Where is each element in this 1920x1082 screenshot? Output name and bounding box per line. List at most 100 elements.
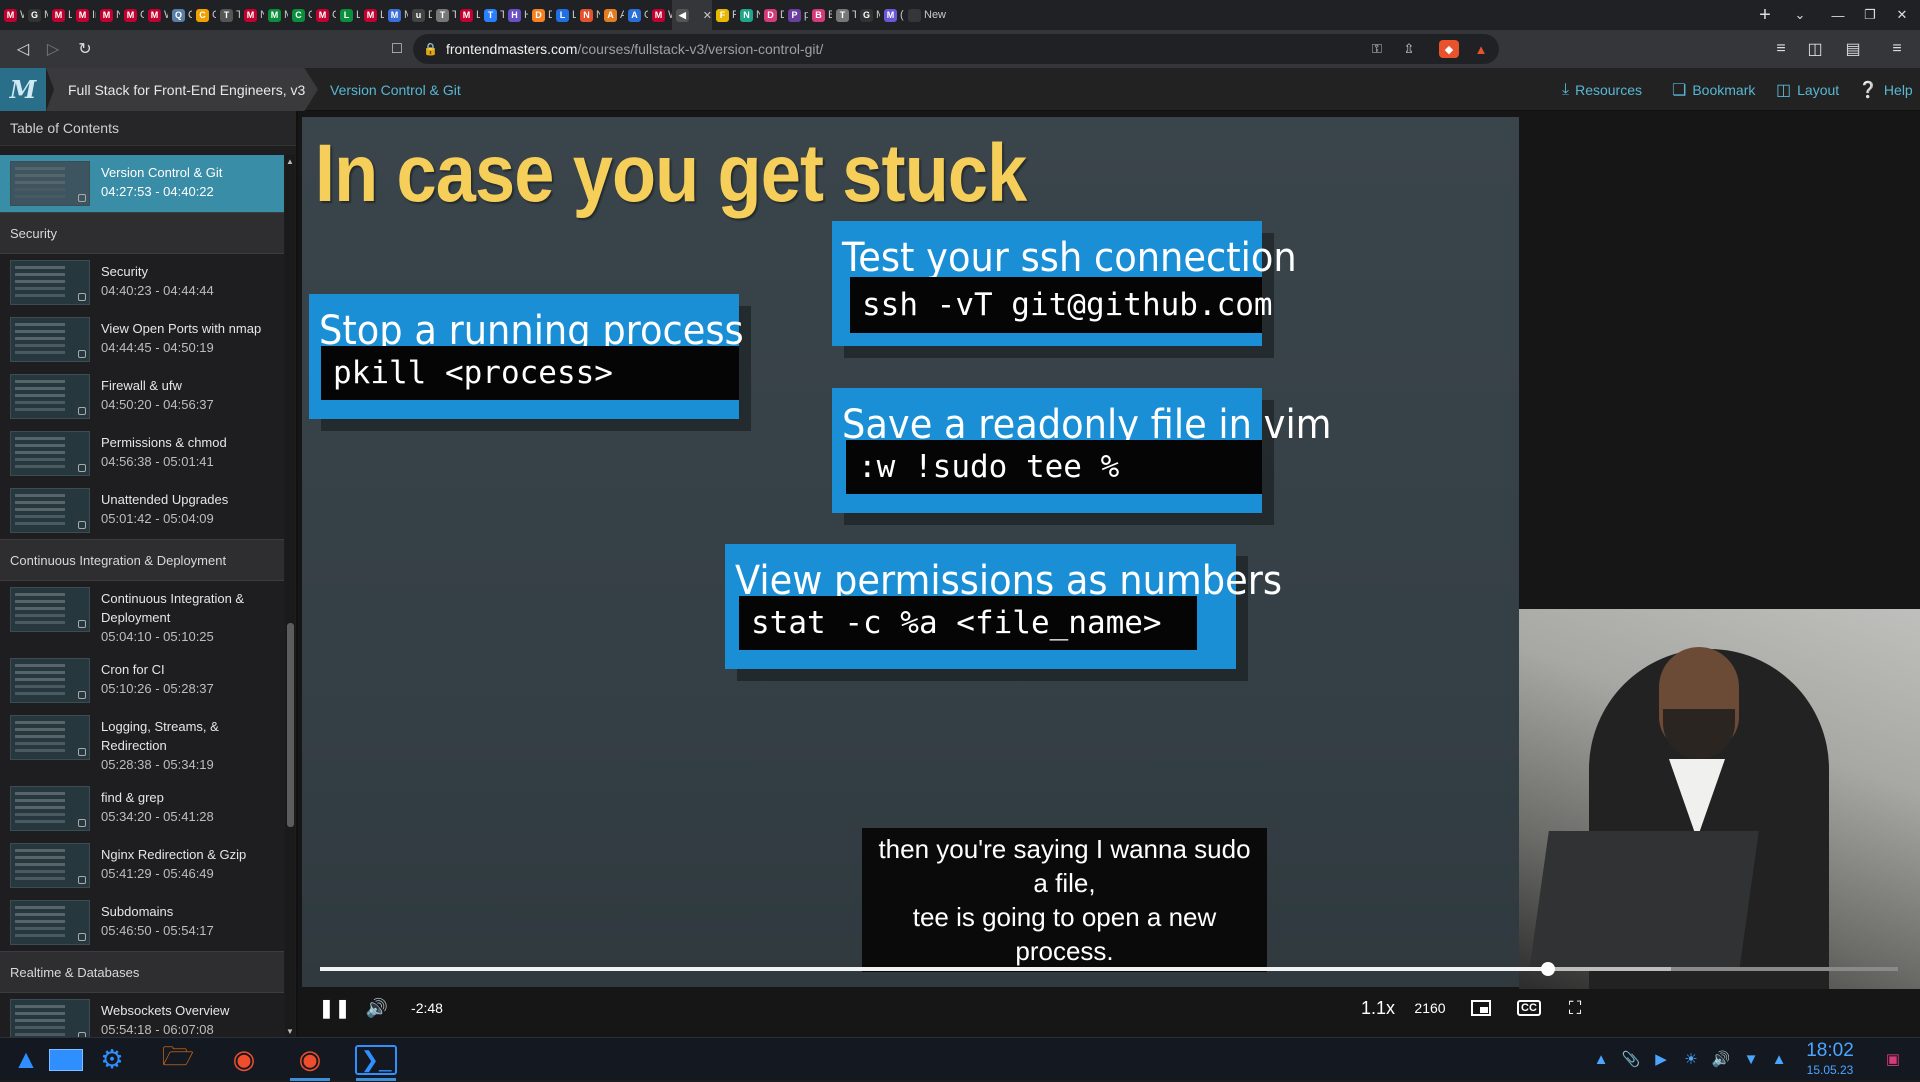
- scroll-up-icon[interactable]: ▲: [285, 155, 295, 167]
- browser-tab[interactable]: MW: [648, 0, 672, 30]
- pause-button[interactable]: ❚❚: [319, 991, 350, 1025]
- lesson-item[interactable]: Websockets Overview 05:54:18 - 06:07:08: [0, 993, 284, 1037]
- lesson-item[interactable]: Unattended Upgrades 05:01:42 - 05:04:09: [0, 482, 284, 539]
- browser-tab[interactable]: MLi: [48, 0, 72, 30]
- browser-tab[interactable]: MN: [96, 0, 120, 30]
- brave-rewards-icon[interactable]: ▲: [1471, 40, 1491, 58]
- browser-tab[interactable]: MN: [240, 0, 264, 30]
- close-tab-icon[interactable]: ✕: [703, 9, 712, 22]
- minimize-window-icon[interactable]: —: [1822, 0, 1854, 30]
- browser-tab[interactable]: LLo: [552, 0, 576, 30]
- browser-tab[interactable]: M(2: [880, 0, 904, 30]
- terminal-icon[interactable]: ❯_: [350, 1038, 402, 1081]
- desktop-pager[interactable]: [40, 1038, 92, 1081]
- lesson-item[interactable]: Security 04:40:23 - 04:44:44: [0, 254, 284, 311]
- browser-tab[interactable]: GM: [24, 0, 48, 30]
- tab-search-chevron-icon[interactable]: ⌄: [1788, 0, 1812, 30]
- browser-tab[interactable]: DDl: [528, 0, 552, 30]
- browser-tab[interactable]: TTh: [216, 0, 240, 30]
- scroll-down-icon[interactable]: ▼: [285, 1025, 295, 1037]
- browser-tab[interactable]: MM: [384, 0, 408, 30]
- browser-tab[interactable]: New T: [904, 0, 948, 30]
- browser-tab[interactable]: Ppl: [784, 0, 808, 30]
- bookmark-button[interactable]: ❏ Bookmark: [1672, 68, 1755, 111]
- browser-tab[interactable]: TTh: [480, 0, 504, 30]
- toc-scrollbar-thumb[interactable]: [287, 623, 294, 827]
- browser-tab[interactable]: MLe: [456, 0, 480, 30]
- volume-button[interactable]: 🔊: [362, 991, 392, 1025]
- browser-tab[interactable]: GM: [856, 0, 880, 30]
- browser-tab[interactable]: BBr: [808, 0, 832, 30]
- breadcrumb-lesson[interactable]: Version Control & Git: [330, 68, 461, 111]
- lesson-item[interactable]: Permissions & chmod 04:56:38 - 05:01:41: [0, 425, 284, 482]
- browser-tab[interactable]: DDr: [760, 0, 784, 30]
- browser-tab[interactable]: MW: [0, 0, 24, 30]
- brave-shields-icon[interactable]: ◆: [1439, 40, 1459, 58]
- browser-tab[interactable]: MGr: [120, 0, 144, 30]
- progress-scrubber[interactable]: [1540, 962, 1555, 976]
- picture-in-picture-button[interactable]: [1466, 991, 1496, 1025]
- lesson-item[interactable]: View Open Ports with nmap 04:44:45 - 04:5…: [0, 311, 284, 368]
- browser-tab[interactable]: QQ: [168, 0, 192, 30]
- frontend-masters-logo[interactable]: M: [0, 68, 46, 111]
- browser-tab[interactable]: NNi: [736, 0, 760, 30]
- browser-tab[interactable]: LLe: [336, 0, 360, 30]
- clipboard-icon[interactable]: ▲: [1590, 1048, 1612, 1070]
- network-icon[interactable]: ▼: [1740, 1048, 1762, 1070]
- toc-section-header[interactable]: Continuous Integration & Deployment: [0, 539, 284, 581]
- brightness-icon[interactable]: ☀: [1680, 1048, 1702, 1070]
- lesson-item[interactable]: find & grep 05:34:20 - 05:41:28: [0, 780, 284, 837]
- browser-tab[interactable]: HH: [504, 0, 528, 30]
- layout-button[interactable]: ◫ Layout: [1776, 68, 1839, 111]
- resources-button[interactable]: ⤓ Resources: [1562, 68, 1642, 111]
- key-icon[interactable]: ⚿: [1367, 40, 1387, 58]
- browser-tab[interactable]: NN: [576, 0, 600, 30]
- file-manager-icon[interactable]: 🗁: [152, 1038, 204, 1081]
- media-playlist-icon[interactable]: ≡: [1766, 30, 1796, 68]
- toc-section-header[interactable]: Security: [0, 212, 284, 254]
- sidebar-toggle-icon[interactable]: ◫: [1800, 30, 1830, 68]
- lesson-item[interactable]: Nginx Redirection & Gzip 05:41:29 - 05:46…: [0, 837, 284, 894]
- playback-speed-button[interactable]: 1.1x: [1354, 991, 1402, 1025]
- lesson-item-current[interactable]: Version Control & Git 04:27:53 - 04:40:2…: [0, 155, 284, 212]
- browser-tab[interactable]: FFu: [712, 0, 736, 30]
- address-bar[interactable]: 🔒 frontendmasters.com/courses/fullstack-…: [413, 34, 1499, 64]
- help-button[interactable]: ❔ Help: [1858, 68, 1913, 111]
- lesson-item[interactable]: Firewall & ufw 04:50:20 - 04:56:37: [0, 368, 284, 425]
- clock[interactable]: 18:02 15.05.23: [1790, 1040, 1870, 1078]
- reload-icon[interactable]: ↻: [70, 30, 100, 68]
- new-tab-button[interactable]: +: [1750, 0, 1780, 30]
- progress-bar[interactable]: [320, 962, 1898, 976]
- wallet-icon[interactable]: ▤: [1838, 30, 1868, 68]
- browser-tab[interactable]: MCc: [312, 0, 336, 30]
- lesson-item[interactable]: Cron for CI 05:10:26 - 05:28:37: [0, 652, 284, 709]
- video-player[interactable]: In case you get stuck Test your ssh conn…: [298, 111, 1920, 1037]
- browser-tab[interactable]: CCl: [192, 0, 216, 30]
- menu-icon[interactable]: ≡: [1882, 30, 1912, 68]
- settings-icon[interactable]: ⚙: [86, 1038, 138, 1081]
- browser-tab[interactable]: AAV: [600, 0, 624, 30]
- toc-scrollbar[interactable]: ▲ ▼: [285, 155, 295, 1037]
- share-icon[interactable]: ⇫: [1399, 40, 1419, 58]
- browser-tab[interactable]: TTo: [432, 0, 456, 30]
- browser-tab[interactable]: MLe: [360, 0, 384, 30]
- browser-tab[interactable]: AO: [624, 0, 648, 30]
- tray-expand-icon[interactable]: ▲: [1768, 1048, 1790, 1070]
- lesson-item[interactable]: Subdomains 05:46:50 - 05:54:17: [0, 894, 284, 951]
- attachment-icon[interactable]: 📎: [1620, 1048, 1642, 1070]
- volume-tray-icon[interactable]: 🔊: [1710, 1048, 1732, 1070]
- bookmark-page-icon[interactable]: □: [382, 30, 412, 68]
- captions-button[interactable]: CC: [1514, 991, 1544, 1025]
- quality-button[interactable]: 2160: [1408, 991, 1452, 1025]
- browser-tab[interactable]: MM: [264, 0, 288, 30]
- back-icon[interactable]: ◁: [8, 30, 38, 68]
- fullscreen-button[interactable]: ⛶: [1560, 991, 1590, 1025]
- show-desktop-icon[interactable]: ▣: [1882, 1048, 1904, 1070]
- brave-browser-active-icon[interactable]: ◉: [284, 1038, 336, 1081]
- forward-icon[interactable]: ▷: [38, 30, 68, 68]
- breadcrumb-course[interactable]: Full Stack for Front-End Engineers, v3: [46, 68, 318, 111]
- media-player-icon[interactable]: ▶: [1650, 1048, 1672, 1070]
- restore-window-icon[interactable]: ❐: [1854, 0, 1886, 30]
- browser-tab[interactable]: TTc: [832, 0, 856, 30]
- toc-section-header[interactable]: Realtime & Databases: [0, 951, 284, 993]
